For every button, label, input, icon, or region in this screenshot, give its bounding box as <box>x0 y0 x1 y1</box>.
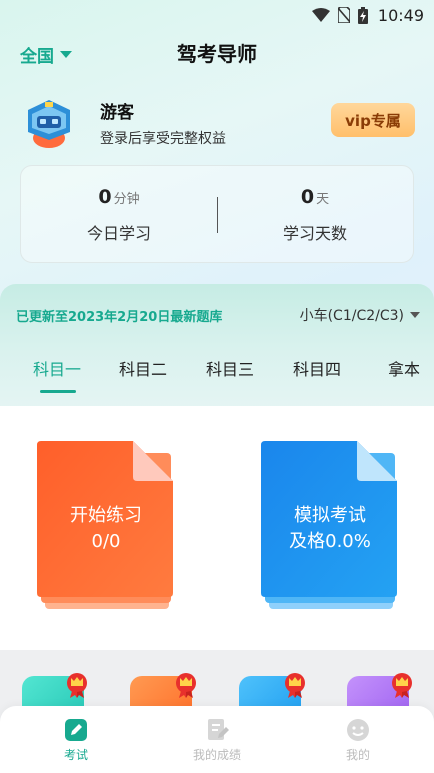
bank-update-text: 已更新至2023年2月20日最新题库 <box>16 310 223 325</box>
car-type-selector[interactable]: 小车(C1/C2/C3) <box>300 305 420 325</box>
today-study-stat: 0 分钟 今日学习 <box>21 186 217 244</box>
study-days-label: 学习天数 <box>282 224 347 243</box>
status-bar: 10:49 <box>0 0 434 30</box>
tab-subject-3[interactable]: 科目三 <box>206 356 254 380</box>
mock-exam-card[interactable]: 模拟考试 及格0.0% <box>261 441 399 611</box>
tab-subject-4[interactable]: 科目四 <box>293 356 341 380</box>
today-study-label: 今日学习 <box>86 224 151 243</box>
practice-progress: 0/0 <box>91 531 121 552</box>
tab-subject-1[interactable]: 科目一 <box>33 356 81 380</box>
mock-exam-title: 模拟考试 <box>294 505 366 526</box>
vip-crown-badge-icon <box>176 673 196 698</box>
wifi-icon <box>311 8 330 22</box>
profile-section: 游客 登录后享受完整权益 vip专属 <box>20 96 420 152</box>
no-sim-icon <box>337 7 350 23</box>
today-study-unit: 分钟 <box>113 192 140 207</box>
practice-card-text: 开始练习 0/0 <box>37 503 175 555</box>
tab-subject-2[interactable]: 科目二 <box>119 356 167 380</box>
smile-icon <box>347 719 369 741</box>
stats-card: 0 分钟 今日学习 0天 学习天数 <box>20 165 414 263</box>
pencil-icon <box>65 719 87 741</box>
nav-my-scores-label: 我的成绩 <box>192 748 241 762</box>
vip-button[interactable]: vip专属 <box>331 103 415 137</box>
page-title: 驾考导师 <box>177 42 257 66</box>
practice-title: 开始练习 <box>70 505 142 526</box>
car-type-label: 小车(C1/C2/C3) <box>299 308 404 324</box>
study-days-value: 0 <box>300 186 315 208</box>
bottom-nav: 考试 我的成绩 我的 <box>0 706 434 773</box>
username[interactable]: 游客 <box>100 98 134 123</box>
vip-crown-badge-icon <box>285 673 305 698</box>
question-bank-panel: 已更新至2023年2月20日最新题库 小车(C1/C2/C3) 科目一 科目二 … <box>0 284 434 414</box>
report-icon <box>208 719 229 740</box>
today-study-value: 0 <box>98 186 112 208</box>
nav-profile[interactable]: 我的 <box>308 718 408 763</box>
chevron-down-icon <box>410 312 420 318</box>
mock-exam-card-text: 模拟考试 及格0.0% <box>261 503 399 555</box>
nav-profile-label: 我的 <box>345 748 370 762</box>
subject-tabs: 科目一 科目二 科目三 科目四 拿本 <box>0 356 434 396</box>
tab-license[interactable]: 拿本 <box>388 356 420 380</box>
top-nav: 全国 驾考导师 <box>0 32 434 72</box>
login-hint[interactable]: 登录后享受完整权益 <box>100 128 226 148</box>
vip-crown-badge-icon <box>392 673 412 698</box>
nav-my-scores[interactable]: 我的成绩 <box>167 718 267 763</box>
study-days-unit: 天 <box>316 192 330 207</box>
battery-charging-icon <box>357 6 368 24</box>
avatar[interactable] <box>20 96 78 152</box>
study-days-stat: 0天 学习天数 <box>217 186 413 244</box>
mock-exam-pass-rate: 及格0.0% <box>289 531 371 552</box>
nav-exam[interactable]: 考试 <box>26 718 126 763</box>
nav-exam-label: 考试 <box>63 748 88 762</box>
status-time: 10:49 <box>377 5 424 25</box>
vip-crown-badge-icon <box>67 673 87 698</box>
practice-card[interactable]: 开始练习 0/0 <box>37 441 175 611</box>
tab-indicator <box>40 390 76 393</box>
